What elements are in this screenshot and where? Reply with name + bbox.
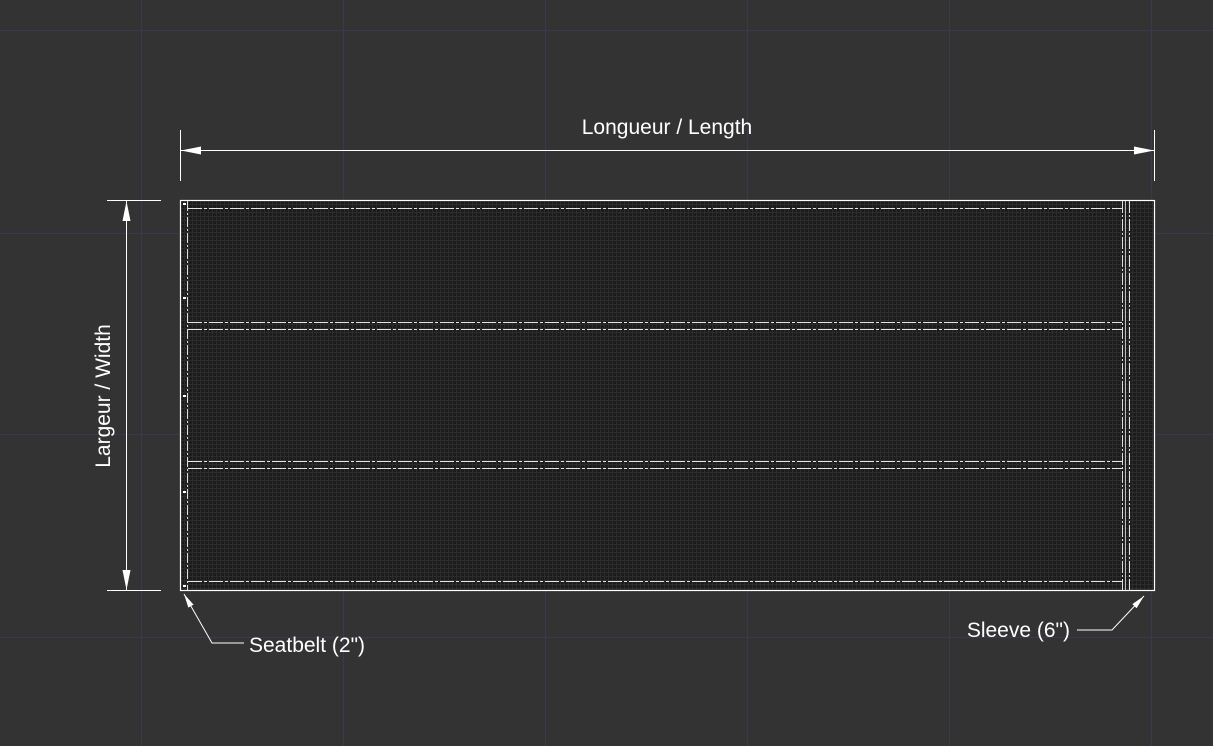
mesh-fill [181,201,1154,590]
sleeve-label: Sleeve (6") [967,619,1070,642]
cad-drawing-canvas[interactable]: Longueur / Length Largeur / Width Seatbe… [0,0,1213,746]
seatbelt-label: Seatbelt (2") [249,634,365,657]
sleeve-leader-line [1077,595,1145,631]
width-dimension[interactable] [107,200,161,591]
netting-panel[interactable] [179,199,1156,592]
seatbelt-leader-line [183,593,244,644]
width-label: Largeur / Width [92,324,115,468]
length-label: Longueur / Length [582,116,752,139]
